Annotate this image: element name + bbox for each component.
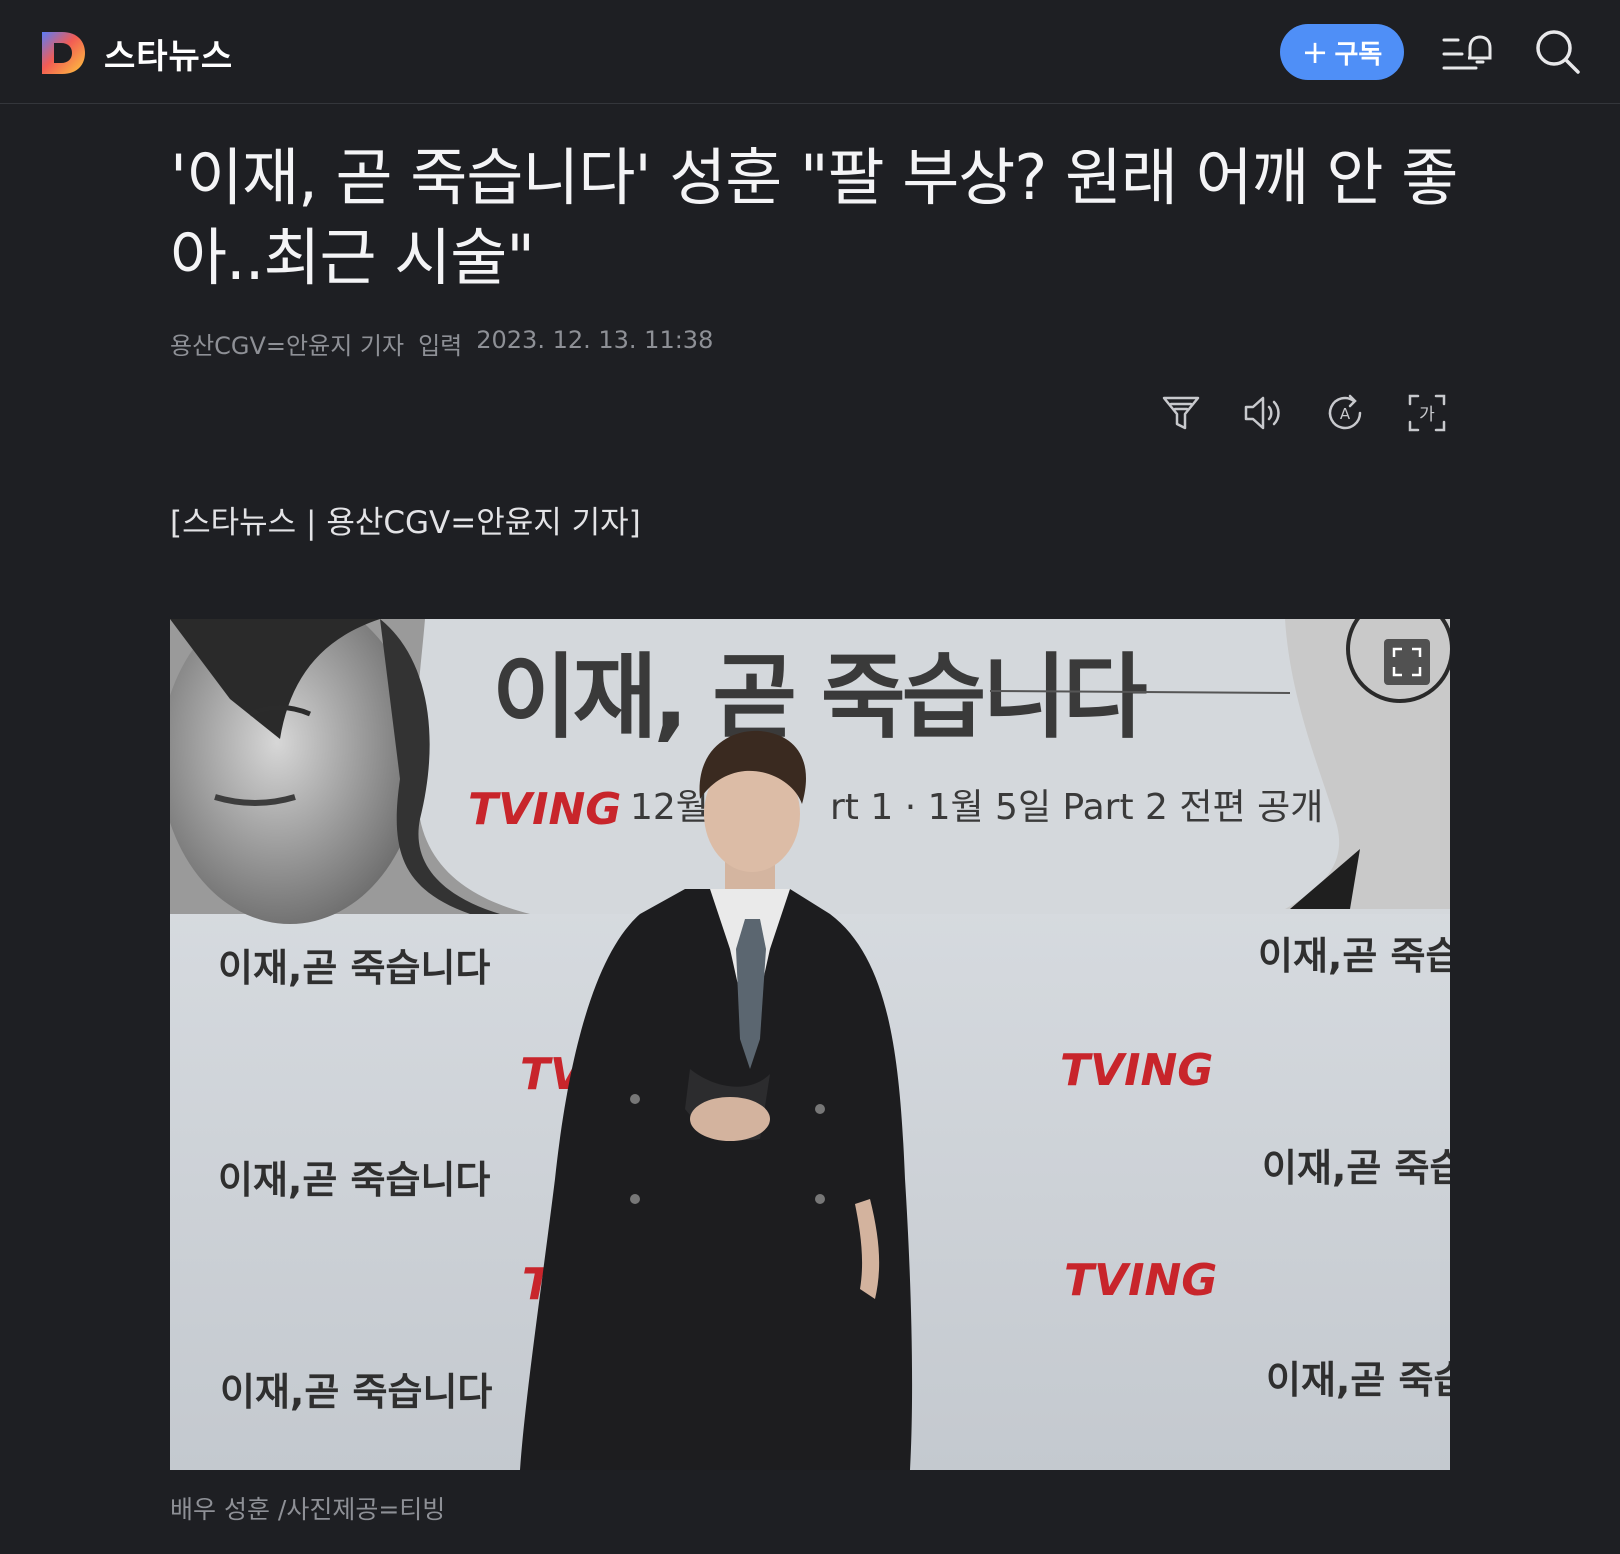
- wall-text: 이재,곧 죽습니다: [1258, 934, 1450, 978]
- input-label: 입력: [418, 332, 463, 360]
- menu-bell-icon[interactable]: [1440, 30, 1494, 76]
- fullscreen-icon: [1392, 647, 1422, 677]
- brand-name[interactable]: 스타뉴스: [104, 29, 233, 78]
- speaker-icon[interactable]: [1242, 392, 1284, 434]
- svg-text:A: A: [1340, 405, 1351, 423]
- wall-text: 이재,곧 죽습니다: [1262, 1146, 1450, 1190]
- plus-icon: +: [1301, 33, 1329, 71]
- publish-datetime: 2023. 12. 13. 11:38: [476, 326, 714, 354]
- subscribe-button[interactable]: + 구독: [1280, 24, 1404, 80]
- wall-text: 이재,곧 죽습니다: [218, 946, 490, 990]
- wall-text: 이재,곧 죽습니다: [218, 1158, 490, 1202]
- photo-caption: 배우 성훈 /사진제공=티빙: [170, 1495, 446, 1524]
- wall-tving: TVING: [1064, 1255, 1217, 1306]
- search-icon[interactable]: [1534, 28, 1582, 76]
- poster-schedule-rest: rt 1 · 1월 5일 Part 2 전편 공개: [830, 787, 1323, 828]
- byline: 용산CGV=안윤지 기자 입력 2023. 12. 13. 11:38: [170, 326, 713, 361]
- article-lead: [스타뉴스 | 용산CGV=안윤지 기자]: [170, 505, 641, 541]
- summary-icon[interactable]: [1160, 392, 1202, 434]
- article-title: '이재, 곧 죽습니다' 성훈 "팔 부상? 원래 어깨 안 좋아..최근 시술…: [170, 141, 1458, 294]
- daum-logo-icon[interactable]: [38, 28, 88, 78]
- wall-tving: TVING: [1060, 1045, 1213, 1096]
- article-photo[interactable]: 이재, 곧 죽습니다 TVING 12월 1 rt 1 · 1월 5일 Part…: [170, 619, 1450, 1470]
- wall-text: 이재,곧 죽습니다: [1266, 1358, 1450, 1402]
- wall-text: 이재,곧 죽습니다: [220, 1370, 492, 1414]
- subscribe-label: 구독: [1334, 39, 1383, 70]
- font-size-icon[interactable]: 가: [1406, 392, 1448, 434]
- article-tools: A 가: [1160, 392, 1448, 434]
- tving-logo: TVING: [468, 784, 621, 835]
- fullscreen-button[interactable]: [1384, 639, 1430, 685]
- translate-icon[interactable]: A: [1324, 392, 1366, 434]
- poster-title: 이재, 곧 죽습니다: [492, 644, 1147, 751]
- reporter: 용산CGV=안윤지 기자: [170, 332, 405, 360]
- svg-text:가: 가: [1419, 405, 1435, 425]
- top-bar: 스타뉴스 + 구독: [0, 0, 1620, 104]
- photo-scene: 이재, 곧 죽습니다 TVING 12월 1 rt 1 · 1월 5일 Part…: [170, 619, 1450, 1470]
